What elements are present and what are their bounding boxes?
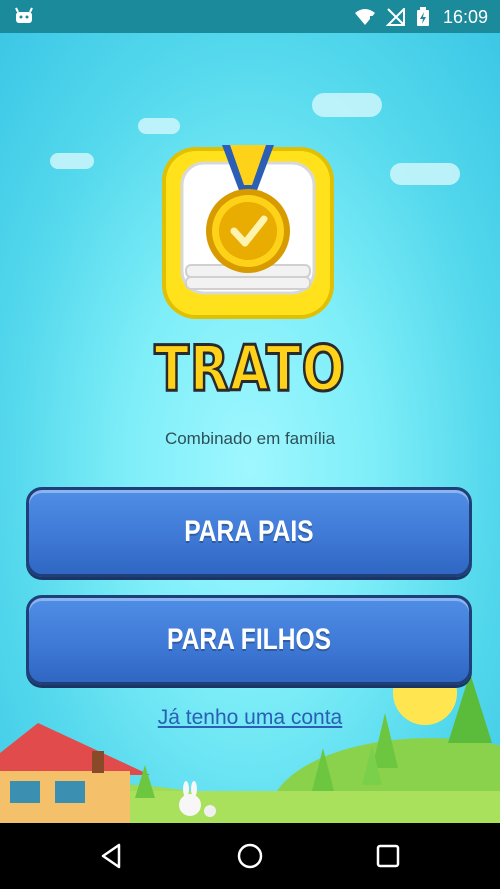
home-icon[interactable] bbox=[235, 841, 265, 871]
status-time: 16:09 bbox=[442, 7, 488, 27]
app-title: TRATO bbox=[153, 332, 346, 405]
status-bar: 16:09 bbox=[0, 0, 500, 33]
wifi-icon bbox=[355, 9, 375, 25]
screen: 16:09 TRATO Combinado em família PARA PA… bbox=[0, 0, 500, 889]
app-subtitle: Combinado em família bbox=[164, 429, 336, 448]
signal-off-icon bbox=[386, 8, 405, 26]
landscape-illustration bbox=[0, 673, 500, 823]
existing-account-link[interactable]: Já tenho uma conta bbox=[0, 706, 500, 730]
para-filhos-label: PARA FILHOS bbox=[167, 623, 331, 656]
android-notification-icon bbox=[15, 7, 33, 23]
para-filhos-button[interactable]: PARA FILHOS bbox=[26, 595, 472, 685]
app-background: TRATO Combinado em família PARA PAIS PAR… bbox=[0, 33, 500, 823]
status-icons bbox=[354, 7, 430, 27]
cloud-decoration bbox=[390, 163, 460, 185]
back-icon[interactable] bbox=[97, 841, 127, 871]
cloud-decoration bbox=[312, 93, 382, 117]
recents-icon[interactable] bbox=[373, 841, 403, 871]
para-pais-button[interactable]: PARA PAIS bbox=[26, 487, 472, 577]
medal-checkmark-icon bbox=[162, 145, 334, 319]
cloud-decoration bbox=[138, 118, 180, 134]
para-pais-label: PARA PAIS bbox=[184, 515, 314, 548]
battery-charging-icon bbox=[417, 7, 429, 26]
cloud-decoration bbox=[50, 153, 94, 169]
navigation-bar bbox=[0, 823, 500, 889]
